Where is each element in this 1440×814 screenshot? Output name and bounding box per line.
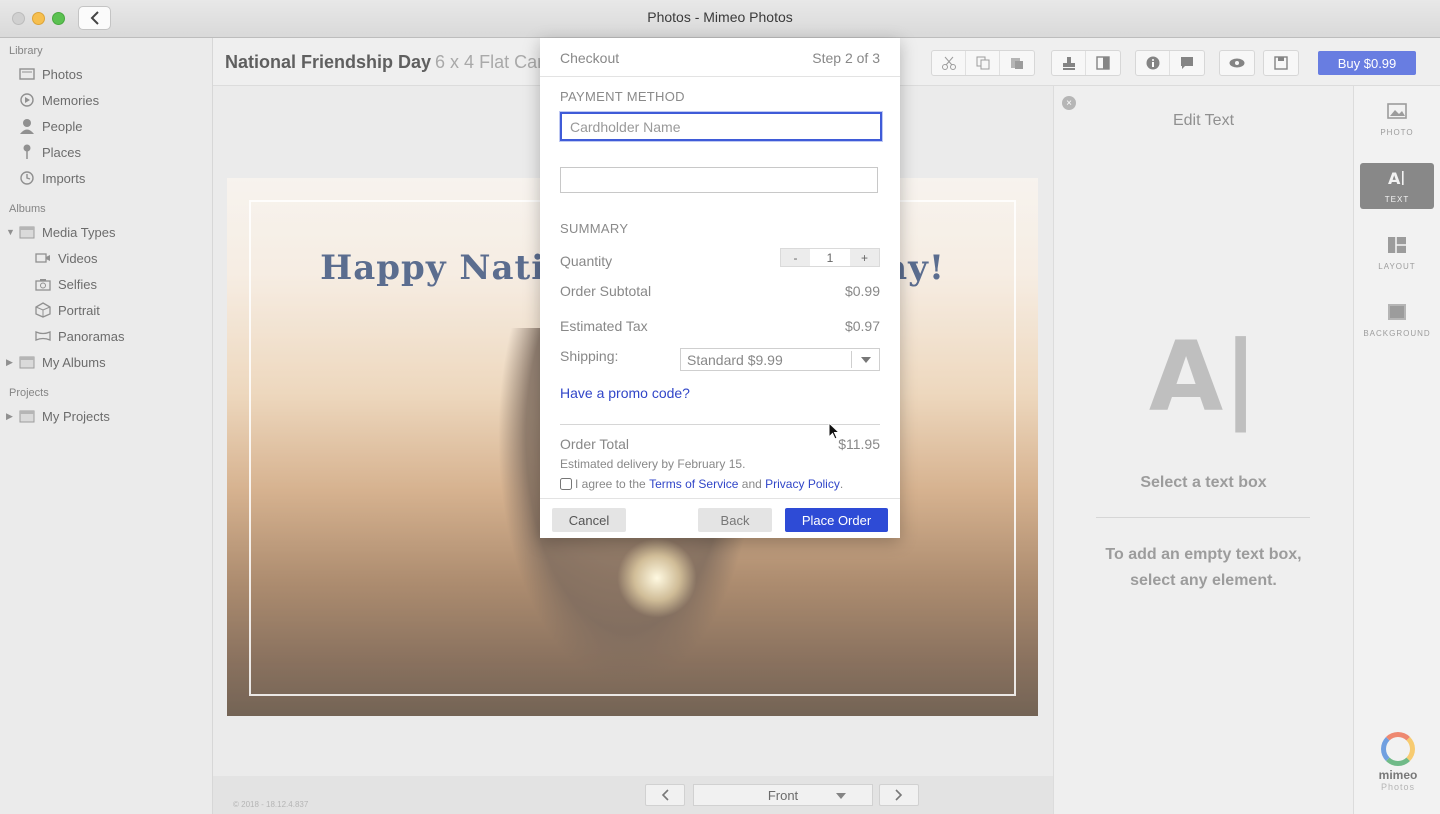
terms-of-service-link[interactable]: Terms of Service <box>649 477 738 491</box>
privacy-policy-link[interactable]: Privacy Policy <box>765 477 840 491</box>
checkout-footer: Cancel Back Place Order <box>540 498 900 538</box>
delivery-estimate: Estimated delivery by February 15. <box>560 457 746 471</box>
shipping-label: Shipping: <box>560 348 619 364</box>
quantity-increase-button[interactable]: + <box>850 249 879 266</box>
payment-method-heading: PAYMENT METHOD <box>560 89 685 104</box>
tax-label: Estimated Tax <box>560 318 648 334</box>
card-number-field[interactable] <box>560 167 878 193</box>
promo-code-link[interactable]: Have a promo code? <box>560 385 690 401</box>
chevron-down-icon <box>851 351 879 368</box>
title-bar: Photos - Mimeo Photos <box>0 0 1440 38</box>
checkout-title: Checkout <box>560 50 620 66</box>
back-step-button[interactable]: Back <box>698 508 772 532</box>
agree-suffix: . <box>839 477 844 491</box>
checkout-dialog: Checkout Step 2 of 3 PAYMENT METHOD SUMM… <box>540 38 900 538</box>
shipping-select[interactable]: Standard $9.99 <box>680 348 880 371</box>
checkout-step: Step 2 of 3 <box>812 50 880 66</box>
agree-prefix: I agree to the <box>575 477 646 491</box>
subtotal-value: $0.99 <box>844 283 880 299</box>
window-title: Photos - Mimeo Photos <box>647 9 793 25</box>
agree-terms-checkbox[interactable] <box>560 478 572 490</box>
order-total-label: Order Total <box>560 436 629 452</box>
quantity-label: Quantity <box>560 253 613 269</box>
quantity-decrease-button[interactable]: - <box>781 249 810 266</box>
mouse-cursor-icon <box>828 422 840 440</box>
summary-heading: SUMMARY <box>560 221 629 236</box>
place-order-button[interactable]: Place Order <box>785 508 888 532</box>
shipping-select-value: Standard $9.99 <box>687 351 783 368</box>
cancel-button[interactable]: Cancel <box>552 508 626 532</box>
subtotal-label: Order Subtotal <box>560 283 652 299</box>
quantity-stepper: - 1 + <box>780 248 880 267</box>
checkout-header: Checkout Step 2 of 3 <box>540 38 900 77</box>
agree-and: and <box>741 477 762 491</box>
cardholder-name-field[interactable] <box>559 111 883 142</box>
terms-agreement: I agree to the Terms of Service and Priv… <box>560 477 843 491</box>
tax-value: $0.97 <box>844 318 880 334</box>
order-total-value: $11.95 <box>838 436 880 452</box>
quantity-value[interactable]: 1 <box>810 249 850 266</box>
